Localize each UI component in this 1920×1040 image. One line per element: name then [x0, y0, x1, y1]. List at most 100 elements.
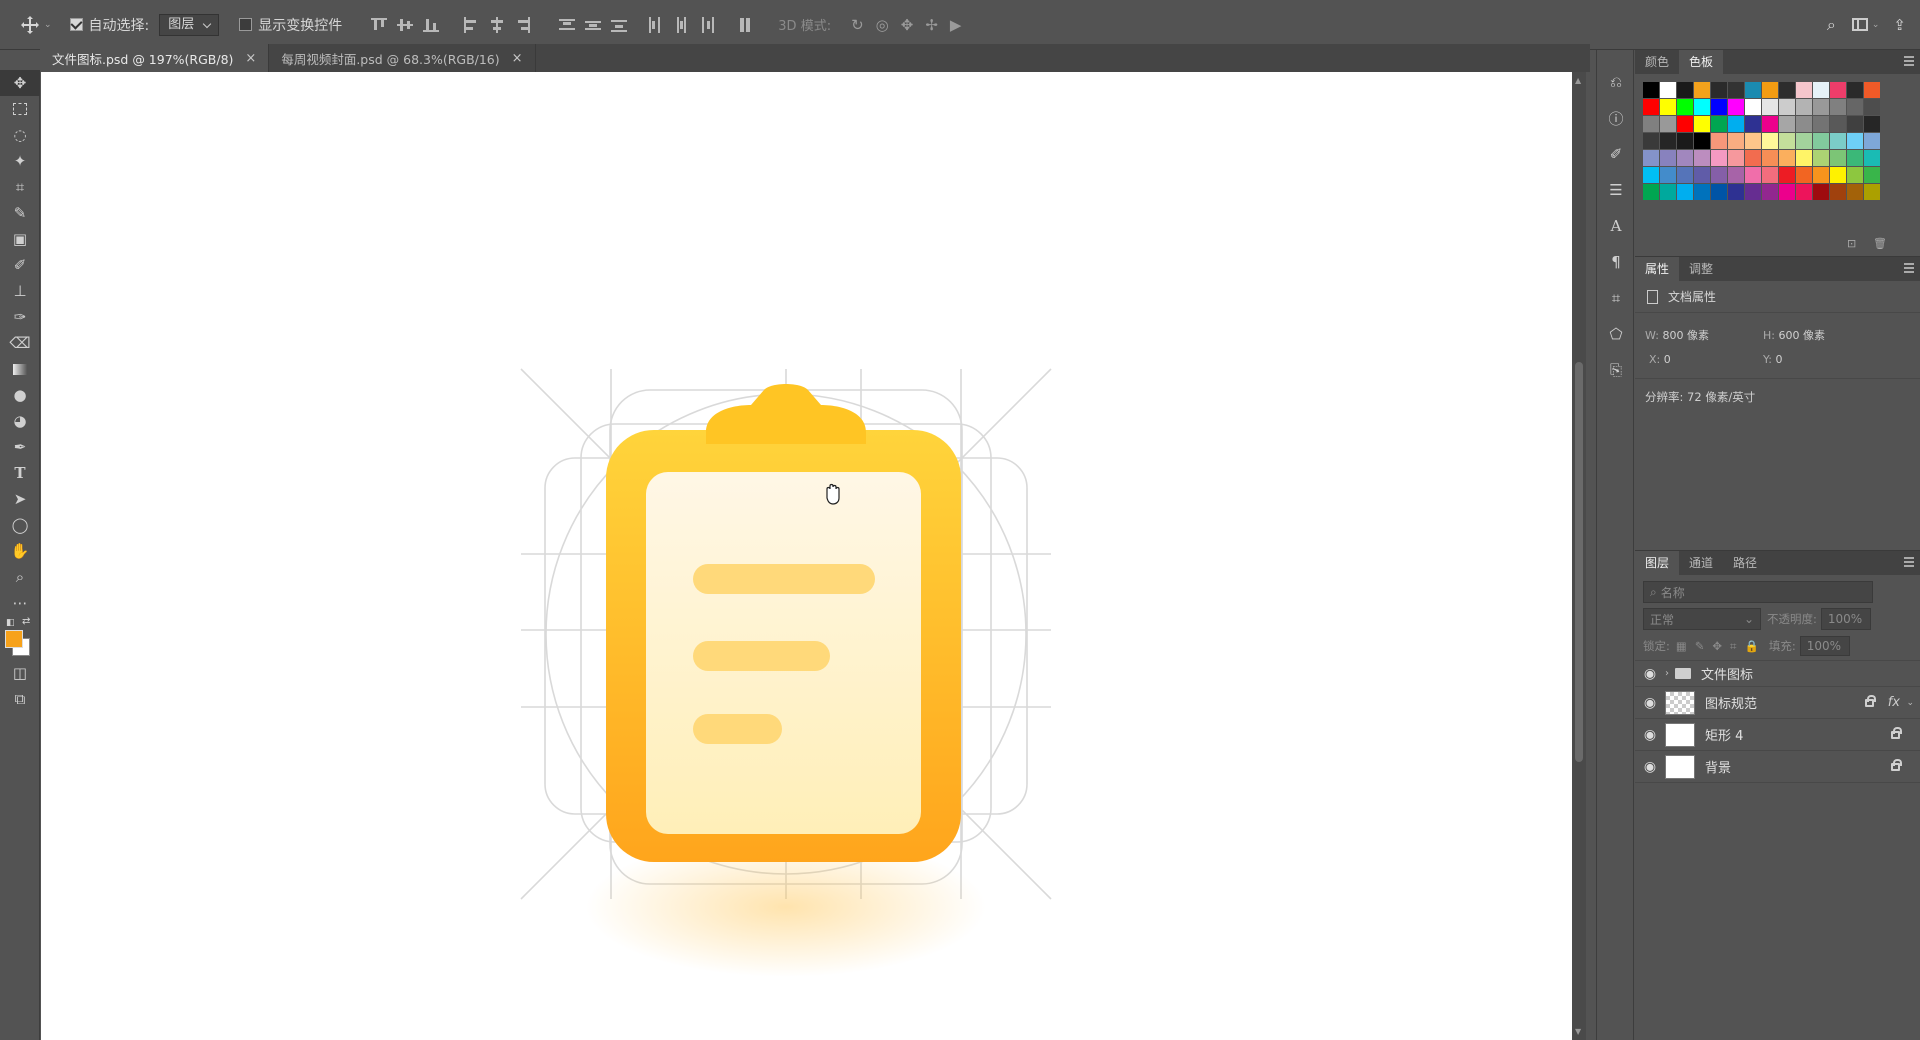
color-swatch[interactable]: [1643, 116, 1659, 132]
crop-panel-icon[interactable]: ⌗: [1597, 280, 1635, 316]
visibility-eye-icon[interactable]: ◉: [1635, 666, 1665, 682]
eraser-icon[interactable]: ⌫: [0, 330, 40, 356]
blur-tool-icon[interactable]: ●: [0, 382, 40, 408]
color-swatch[interactable]: [1694, 99, 1710, 115]
layer-row-rect4[interactable]: ◉ 矩形 4: [1635, 719, 1920, 751]
color-swatch[interactable]: [1694, 133, 1710, 149]
chevron-down-icon[interactable]: ⌄: [1906, 698, 1914, 708]
crop-tool-icon[interactable]: ⌗: [0, 174, 40, 200]
color-swatch[interactable]: [1762, 150, 1778, 166]
color-swatch[interactable]: [1660, 133, 1676, 149]
align-hcenter-icon[interactable]: [489, 16, 505, 33]
color-swatch[interactable]: [1830, 184, 1846, 200]
color-swatch[interactable]: [1779, 167, 1795, 183]
color-swatch[interactable]: [1796, 82, 1812, 98]
color-swatch[interactable]: [1830, 82, 1846, 98]
distribute-top-icon[interactable]: [559, 17, 576, 33]
color-swatch[interactable]: [1711, 167, 1727, 183]
color-swatch[interactable]: [1779, 116, 1795, 132]
tab-properties[interactable]: 属性: [1635, 257, 1680, 281]
color-swatch[interactable]: [1813, 184, 1829, 200]
color-swatch[interactable]: [1694, 167, 1710, 183]
paragraph-panel-icon[interactable]: ¶: [1597, 244, 1635, 280]
tab-document-2[interactable]: 每周视频封面.psd @ 68.3%(RGB/16) ×: [269, 44, 536, 72]
layer-row-guides[interactable]: ◉ 图标规范 fx ⌄: [1635, 687, 1920, 719]
color-swatch[interactable]: [1847, 167, 1863, 183]
color-swatch[interactable]: [1779, 99, 1795, 115]
lasso-tool-icon[interactable]: ◌: [0, 122, 40, 148]
color-swatch[interactable]: [1643, 133, 1659, 149]
color-swatch[interactable]: [1796, 167, 1812, 183]
visibility-eye-icon[interactable]: ◉: [1635, 695, 1665, 711]
color-swatch[interactable]: [1813, 167, 1829, 183]
lock-pixels-icon[interactable]: ▦: [1676, 639, 1687, 653]
color-swatch[interactable]: [1762, 82, 1778, 98]
close-icon[interactable]: ×: [245, 51, 256, 66]
color-swatch[interactable]: [1864, 167, 1880, 183]
new-swatch-icon[interactable]: ⊡: [1847, 237, 1856, 250]
color-swatch[interactable]: [1694, 184, 1710, 200]
3d-roll-icon[interactable]: ◎: [876, 16, 889, 34]
color-swatch[interactable]: [1847, 82, 1863, 98]
character-panel-icon[interactable]: A: [1597, 208, 1635, 244]
color-swatch[interactable]: [1677, 99, 1693, 115]
color-swatch[interactable]: [1813, 133, 1829, 149]
color-swatch[interactable]: [1694, 150, 1710, 166]
path-select-icon[interactable]: ➤: [0, 486, 40, 512]
color-swatch[interactable]: [1745, 167, 1761, 183]
color-swatch[interactable]: [1779, 150, 1795, 166]
color-swatch[interactable]: [1847, 184, 1863, 200]
auto-align-icon[interactable]: [737, 17, 753, 33]
h-value[interactable]: 600 像素: [1778, 329, 1825, 342]
3d-slide-icon[interactable]: ✢: [925, 16, 938, 34]
color-swatch[interactable]: [1694, 82, 1710, 98]
visibility-eye-icon[interactable]: ◉: [1635, 759, 1665, 775]
color-swatch[interactable]: [1796, 184, 1812, 200]
color-swatch[interactable]: [1677, 150, 1693, 166]
color-swatch[interactable]: [1796, 133, 1812, 149]
distribute-vcenter-icon[interactable]: [585, 17, 602, 33]
color-swatch[interactable]: [1660, 99, 1676, 115]
quick-mask-icon[interactable]: ◫: [0, 660, 40, 686]
delete-swatch-icon[interactable]: 🗑: [1873, 237, 1887, 250]
workspace-icon[interactable]: [1851, 18, 1868, 31]
move-tool-icon[interactable]: ⌄: [20, 0, 52, 50]
ellipse-tool-icon[interactable]: ◯: [0, 512, 40, 538]
color-swatch[interactable]: [1728, 82, 1744, 98]
color-swatch[interactable]: [1813, 99, 1829, 115]
chevron-right-icon[interactable]: ›: [1665, 668, 1669, 679]
align-left-icon[interactable]: [463, 16, 479, 33]
color-swatch[interactable]: [1660, 116, 1676, 132]
libraries-panel-icon[interactable]: ⎘: [1597, 352, 1635, 388]
color-swatch[interactable]: [1813, 82, 1829, 98]
color-swatch[interactable]: [1762, 184, 1778, 200]
color-swatch[interactable]: [1711, 133, 1727, 149]
marquee-tool-icon[interactable]: [0, 96, 40, 122]
frame-tool-icon[interactable]: ▣: [0, 226, 40, 252]
auto-select-target-dropdown[interactable]: 图层: [159, 13, 220, 36]
gradient-tool-icon[interactable]: [0, 356, 40, 382]
layer-row-group[interactable]: ◉ › 文件图标: [1635, 661, 1920, 687]
3d-pan-icon[interactable]: ✥: [901, 16, 914, 34]
color-swatch[interactable]: [1660, 82, 1676, 98]
more-tools-icon[interactable]: ⋯: [0, 590, 40, 616]
tab-adjust[interactable]: 调整: [1679, 257, 1723, 281]
color-swatch[interactable]: [1728, 116, 1744, 132]
search-icon[interactable]: ⌕: [1827, 15, 1836, 35]
color-swatch[interactable]: [1779, 82, 1795, 98]
color-swatch[interactable]: [1711, 82, 1727, 98]
tab-paths[interactable]: 路径: [1723, 551, 1767, 575]
panel-menu-icon[interactable]: [1904, 263, 1914, 273]
color-swatch[interactable]: [1779, 184, 1795, 200]
pen-tool-icon[interactable]: ✒: [0, 434, 40, 460]
color-swatch[interactable]: [1864, 116, 1880, 132]
history-brush-icon[interactable]: ✑: [0, 304, 40, 330]
close-icon[interactable]: ×: [512, 51, 523, 66]
workspace-chevron-icon[interactable]: ⌄: [1872, 20, 1880, 30]
color-swatch[interactable]: [1711, 99, 1727, 115]
color-swatch[interactable]: [1864, 184, 1880, 200]
color-swatch[interactable]: [1830, 167, 1846, 183]
color-swatch[interactable]: [1728, 150, 1744, 166]
color-swatch[interactable]: [1728, 133, 1744, 149]
color-swatch[interactable]: [1864, 150, 1880, 166]
